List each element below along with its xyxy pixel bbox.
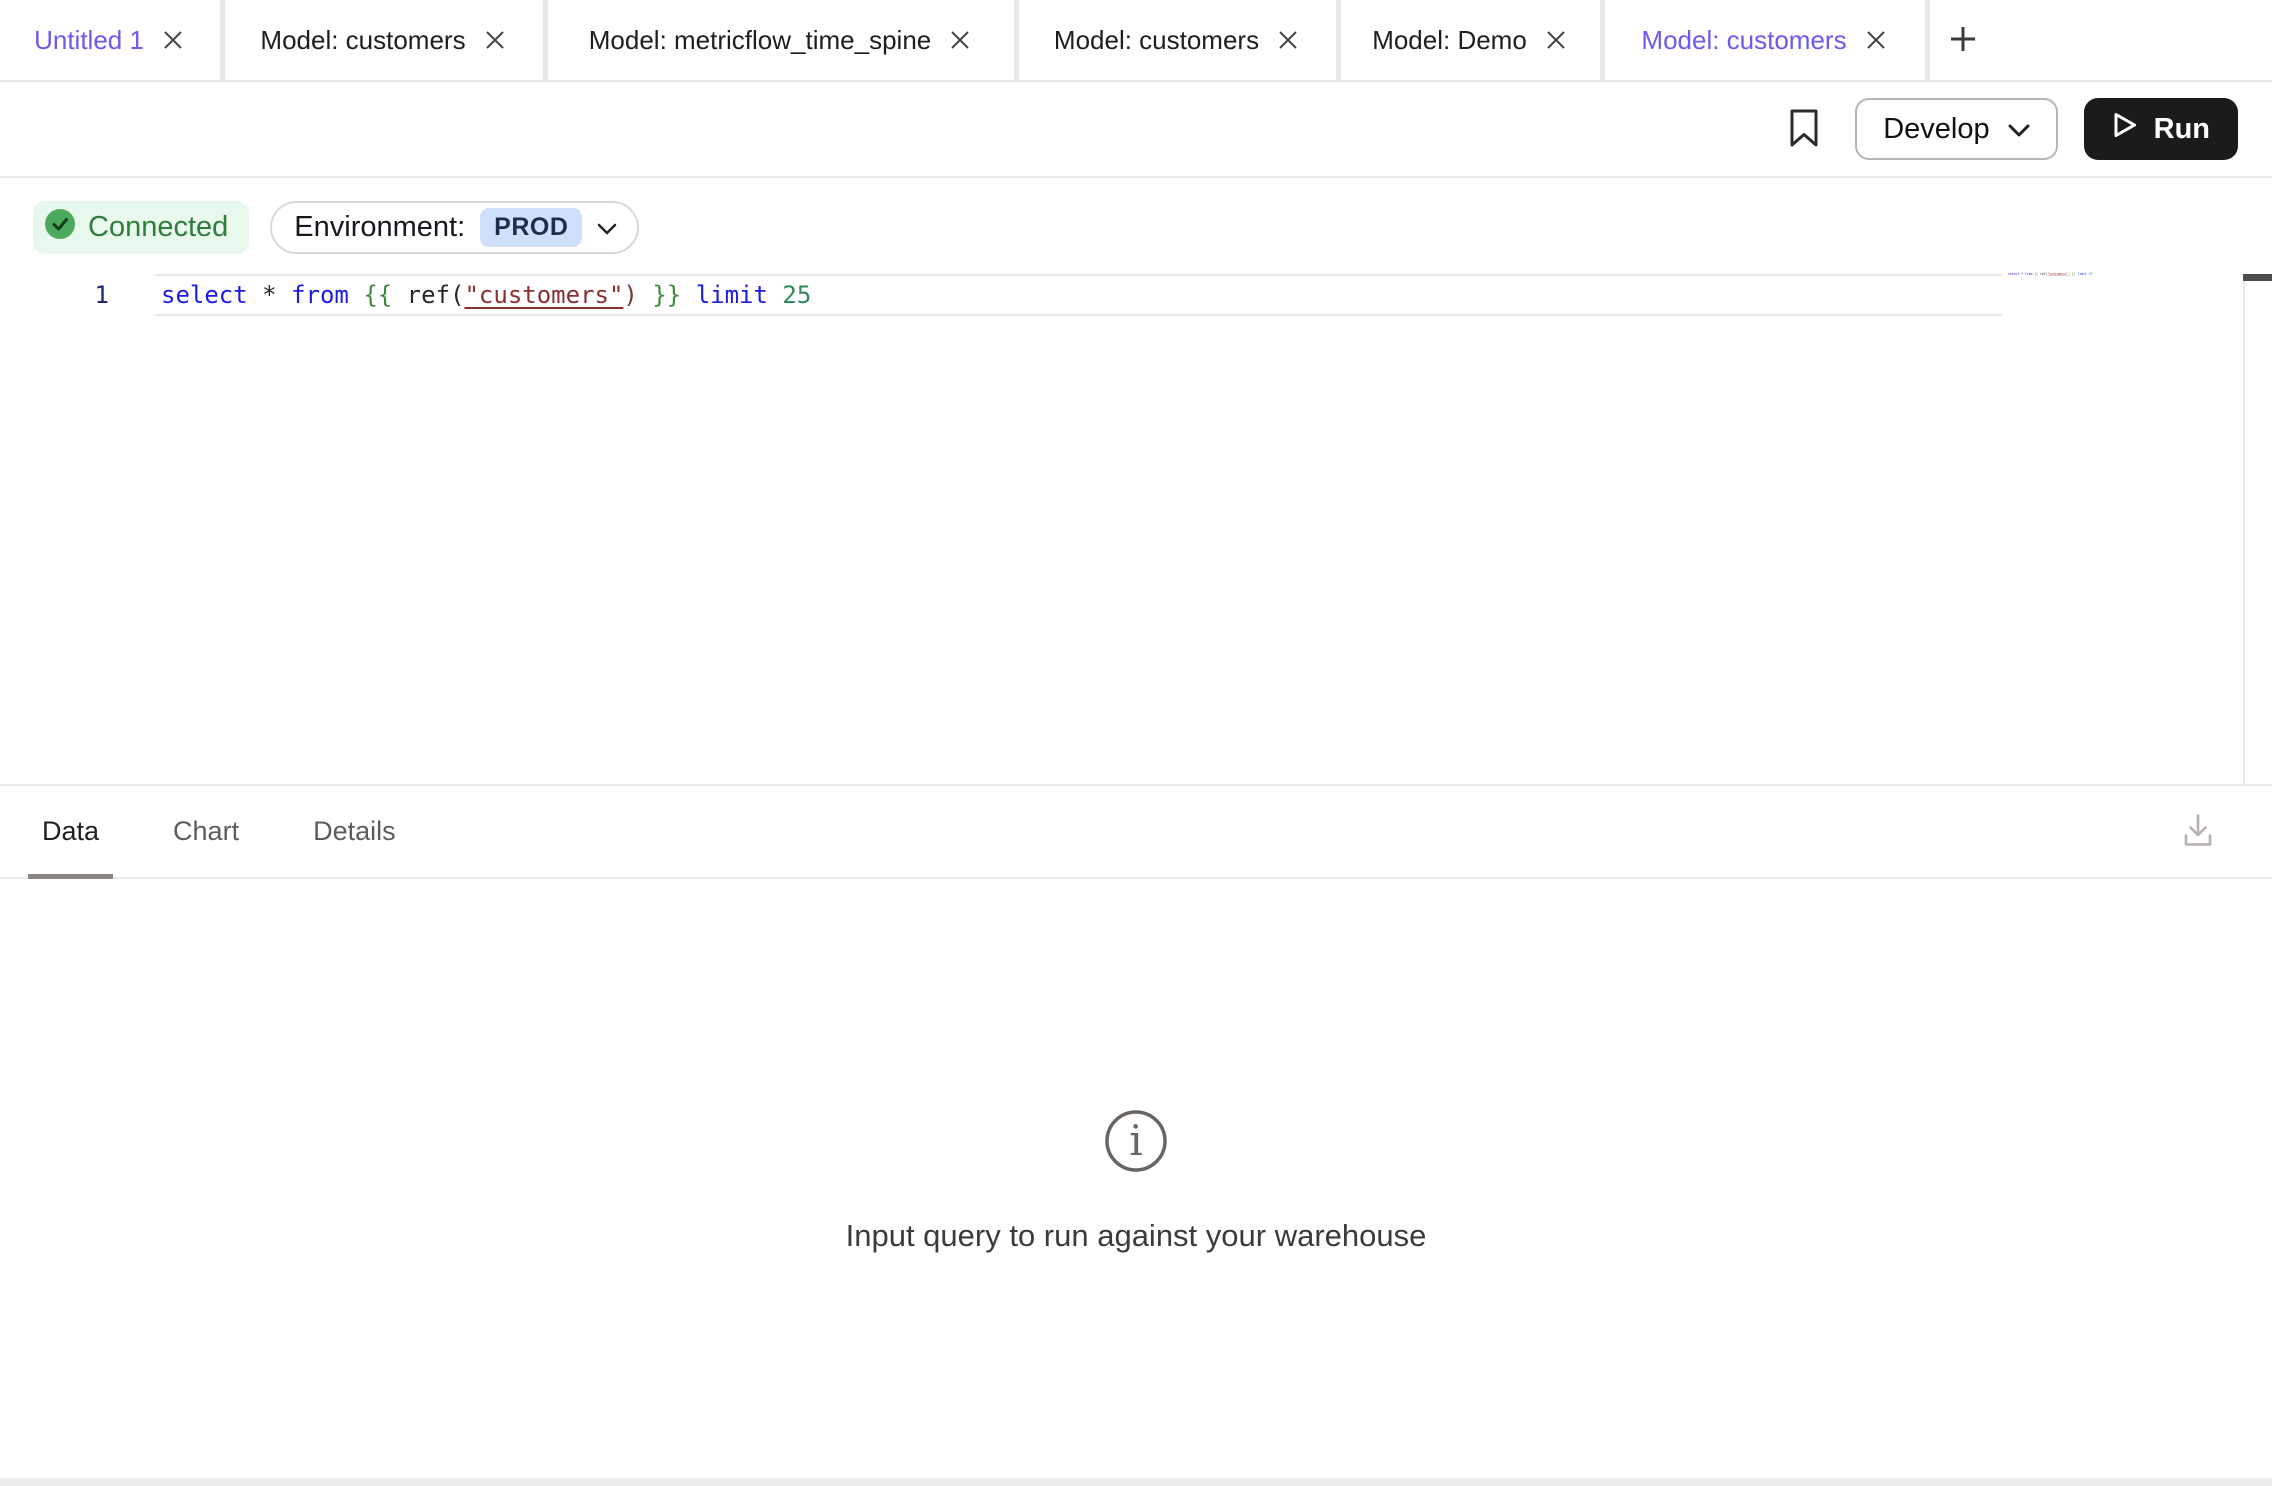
bottom-edge (0, 1478, 2272, 1486)
active-line: select * from {{ ref("customers") }} lim… (155, 274, 2002, 316)
tab-label: Model: Demo (1372, 25, 1527, 56)
results-content: i Input query to run against your wareho… (0, 879, 2272, 1482)
minimap-divider (2243, 281, 2245, 784)
tab-data[interactable]: Data (28, 786, 113, 877)
code-content[interactable]: select * from {{ ref("customers") }} lim… (155, 276, 2002, 314)
code-token: 25 (782, 281, 811, 309)
scrollbar-thumb[interactable] (2243, 274, 2272, 281)
tab-model-metricflow-time-spine[interactable]: Model: metricflow_time_spine (548, 0, 1014, 80)
code-token: {{ (363, 281, 392, 309)
environment-selector[interactable]: Environment: PROD (270, 201, 639, 254)
svg-text:i: i (1129, 1116, 1142, 1165)
run-button[interactable]: Run (2084, 98, 2238, 160)
code-token: from (291, 281, 349, 309)
check-circle-icon (45, 209, 75, 247)
editor-tab-bar: Untitled 1 Model: customers Model: metri… (0, 0, 2272, 82)
download-button[interactable] (2181, 811, 2215, 852)
tab-label: Model: metricflow_time_spine (589, 25, 931, 56)
develop-button[interactable]: Develop (1855, 98, 2057, 160)
bookmark-button[interactable] (1789, 108, 1819, 151)
close-icon[interactable] (947, 27, 973, 53)
empty-state-message: Input query to run against your warehous… (846, 1218, 1427, 1254)
tab-label: Model: customers (1641, 25, 1846, 56)
close-icon[interactable] (1543, 27, 1569, 53)
tab-label: Model: customers (260, 25, 465, 56)
play-icon (2112, 111, 2138, 147)
code-token: ref( (392, 281, 464, 309)
empty-state: i Input query to run against your wareho… (846, 1107, 1427, 1254)
info-icon: i (1102, 1107, 1170, 1180)
tab-label: Model: customers (1054, 25, 1259, 56)
dbt-ide-window: Untitled 1 Model: customers Model: metri… (0, 0, 2272, 1486)
connection-status-badge: Connected (33, 201, 249, 254)
tab-bar-spacer (2040, 0, 2272, 80)
code-token (638, 281, 652, 309)
close-icon[interactable] (1275, 27, 1301, 53)
code-token: select (161, 281, 248, 309)
download-icon (2181, 811, 2215, 852)
run-button-label: Run (2154, 113, 2210, 146)
environment-value-badge: PROD (480, 208, 582, 247)
tab-model-customers-1[interactable]: Model: customers (225, 0, 543, 80)
toolbar: Develop Run (0, 82, 2272, 178)
code-token: limit (696, 281, 768, 309)
minimap: select * from {{ ref("customers") }} lim… (2008, 272, 2241, 312)
bookmark-icon (1789, 108, 1819, 151)
tab-untitled-1[interactable]: Untitled 1 (0, 0, 220, 80)
results-panel: Data Chart Details i (0, 784, 2272, 1482)
chevron-down-icon (2008, 113, 2030, 146)
code-token-ref-link[interactable]: "customers" (464, 281, 623, 309)
chevron-down-icon (597, 211, 617, 244)
tab-details[interactable]: Details (299, 786, 410, 877)
environment-label: Environment: (294, 211, 465, 244)
code-token (349, 281, 363, 309)
code-token: }} (652, 281, 681, 309)
code-token (681, 281, 695, 309)
code-token (768, 281, 782, 309)
line-number: 1 (0, 274, 109, 316)
tab-model-customers-2[interactable]: Model: customers (1019, 0, 1336, 80)
connection-status-label: Connected (88, 211, 228, 244)
close-icon[interactable] (1863, 27, 1889, 53)
close-icon[interactable] (160, 27, 186, 53)
code-token: ) (623, 281, 637, 309)
tab-chart[interactable]: Chart (159, 786, 253, 877)
tab-model-customers-3[interactable]: Model: customers (1605, 0, 1925, 80)
develop-button-label: Develop (1883, 113, 1989, 146)
tab-label: Untitled 1 (34, 25, 144, 56)
results-tab-bar: Data Chart Details (0, 786, 2272, 879)
close-icon[interactable] (482, 27, 508, 53)
code-editor[interactable]: 1 select * from {{ ref("customers") }} l… (0, 254, 2272, 784)
new-tab-button[interactable] (1930, 0, 2040, 80)
tab-model-demo[interactable]: Model: Demo (1341, 0, 1600, 80)
plus-icon (1948, 24, 1978, 57)
status-bar: Connected Environment: PROD (0, 178, 2272, 254)
code-token: * (248, 281, 291, 309)
